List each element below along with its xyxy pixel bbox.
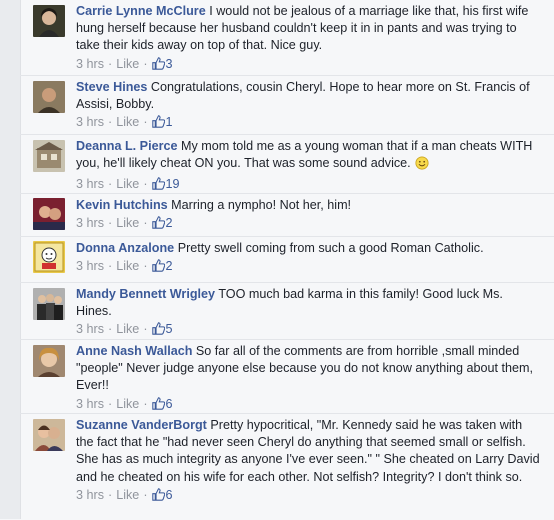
comment-text: Pretty swell coming from such a good Rom… xyxy=(177,241,484,255)
like-count-value: 5 xyxy=(165,322,173,337)
like-count-value: 6 xyxy=(165,396,173,411)
comment-meta: 3 hrs · Like · 5 xyxy=(76,322,173,337)
like-link[interactable]: Like xyxy=(116,259,139,273)
comment: Deanna L. Pierce My mom told me as a you… xyxy=(20,134,554,194)
comment-time[interactable]: 3 hrs xyxy=(76,177,104,191)
like-count-value: 2 xyxy=(165,259,173,274)
like-count-value: 19 xyxy=(165,177,180,192)
thumbs-up-icon xyxy=(151,115,165,129)
thumbs-up-icon xyxy=(151,56,165,70)
avatar[interactable] xyxy=(33,140,65,172)
like-count[interactable]: 5 xyxy=(151,322,173,337)
like-link[interactable]: Like xyxy=(116,397,139,411)
comment-author[interactable]: Kevin Hutchins xyxy=(76,198,168,212)
comment-time[interactable]: 3 hrs xyxy=(76,57,104,71)
smiley-icon xyxy=(415,156,429,175)
comment-time[interactable]: 3 hrs xyxy=(76,259,104,273)
comment-time[interactable]: 3 hrs xyxy=(76,397,104,411)
comment-time[interactable]: 3 hrs xyxy=(76,115,104,129)
avatar[interactable] xyxy=(33,198,65,230)
comment: Carrie Lynne McClure I would not be jeal… xyxy=(20,0,554,75)
like-count[interactable]: 1 xyxy=(151,115,173,130)
avatar[interactable] xyxy=(33,241,65,273)
comment-meta: 3 hrs · Like · 1 xyxy=(76,115,173,130)
comment: Donna Anzalone Pretty swell coming from … xyxy=(20,236,554,283)
comment-meta: 3 hrs · Like · 6 xyxy=(76,487,173,502)
avatar[interactable] xyxy=(33,345,65,377)
thumbs-up-icon xyxy=(151,259,165,272)
thumbs-up-icon xyxy=(151,396,165,410)
like-count[interactable]: 2 xyxy=(151,259,173,274)
thumbs-up-icon xyxy=(151,216,165,229)
like-link[interactable]: Like xyxy=(116,488,139,502)
like-count[interactable]: 19 xyxy=(151,177,180,192)
like-link[interactable]: Like xyxy=(116,57,139,71)
comment: Suzanne VanderBorgt Pretty hypocritical,… xyxy=(20,413,554,520)
comment-author[interactable]: Steve Hines xyxy=(76,80,147,94)
like-link[interactable]: Like xyxy=(116,115,139,129)
like-count-value: 1 xyxy=(165,115,173,130)
like-link[interactable]: Like xyxy=(116,177,139,191)
comment-author[interactable]: Suzanne VanderBorgt xyxy=(76,418,207,432)
comment-meta: 3 hrs · Like · 2 xyxy=(76,259,173,274)
like-count-value: 2 xyxy=(165,216,173,231)
thumbs-up-icon xyxy=(151,322,165,336)
comment-meta: 3 hrs · Like · 6 xyxy=(76,396,173,411)
left-gutter xyxy=(0,0,21,519)
comment-author[interactable]: Carrie Lynne McClure xyxy=(76,4,206,18)
avatar[interactable] xyxy=(33,288,65,320)
thumbs-up-icon xyxy=(151,488,165,501)
avatar[interactable] xyxy=(33,81,65,113)
comment-author[interactable]: Anne Nash Wallach xyxy=(76,344,192,358)
comment-meta: 3 hrs · Like · 2 xyxy=(76,216,173,231)
comment-text: Marring a nympho! Not her, him! xyxy=(171,198,352,212)
comment-author[interactable]: Donna Anzalone xyxy=(76,241,174,255)
comment-author[interactable]: Mandy Bennett Wrigley xyxy=(76,287,215,301)
like-count[interactable]: 2 xyxy=(151,216,173,231)
like-count[interactable]: 3 xyxy=(151,56,173,71)
like-count-value: 6 xyxy=(165,487,173,502)
comment: Mandy Bennett Wrigley TOO much bad karma… xyxy=(20,282,554,340)
comment-time[interactable]: 3 hrs xyxy=(76,216,104,230)
comment: Steve Hines Congratulations, cousin Cher… xyxy=(20,75,554,135)
comment: Kevin Hutchins Marring a nympho! Not her… xyxy=(20,193,554,237)
like-count[interactable]: 6 xyxy=(151,487,173,502)
thumbs-up-icon xyxy=(151,177,165,191)
like-link[interactable]: Like xyxy=(116,322,139,336)
comment-feed: Carrie Lynne McClure I would not be jeal… xyxy=(0,0,554,519)
comment-meta: 3 hrs · Like · 3 xyxy=(76,56,173,71)
like-link[interactable]: Like xyxy=(116,216,139,230)
avatar[interactable] xyxy=(33,5,65,37)
avatar[interactable] xyxy=(33,419,65,451)
comment: Anne Nash Wallach So far all of the comm… xyxy=(20,339,554,414)
comment-author[interactable]: Deanna L. Pierce xyxy=(76,139,178,153)
comment-meta: 3 hrs · Like · 19 xyxy=(76,177,180,192)
comment-time[interactable]: 3 hrs xyxy=(76,322,104,336)
like-count[interactable]: 6 xyxy=(151,396,173,411)
like-count-value: 3 xyxy=(165,56,173,71)
comment-time[interactable]: 3 hrs xyxy=(76,488,104,502)
